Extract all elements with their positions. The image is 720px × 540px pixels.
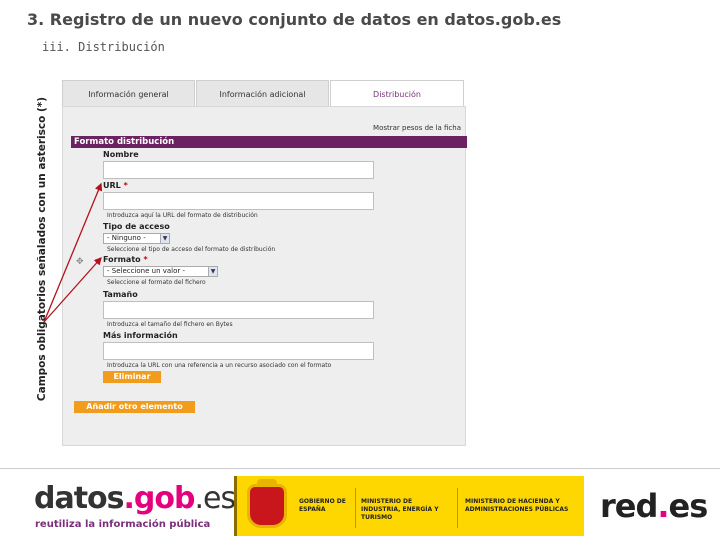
footer: datos.gob.es reutiliza la información pú… (0, 468, 720, 540)
datos-gob-es-logo: datos.gob.es reutiliza la información pú… (34, 481, 236, 530)
ministerio-industria-label: MINISTERIO DE INDUSTRIA, ENERGÍA Y TURIS… (361, 498, 439, 521)
government-logos: GOBIERNO DE ESPAÑA MINISTERIO DE INDUSTR… (234, 476, 584, 536)
ministerio-hacienda-label: MINISTERIO DE HACIENDA Y ADMINISTRACIONE… (465, 498, 569, 513)
divider (355, 488, 356, 528)
arrow-to-format (43, 257, 102, 323)
annotation-arrows (43, 182, 103, 323)
crown-icon (257, 479, 277, 487)
arrow-to-url (43, 182, 103, 323)
coat-of-arms-icon (247, 484, 287, 528)
gobierno-label: GOBIERNO DE ESPAÑA (299, 498, 346, 513)
red-es-logo: red.es (600, 487, 708, 525)
divider (457, 488, 458, 528)
